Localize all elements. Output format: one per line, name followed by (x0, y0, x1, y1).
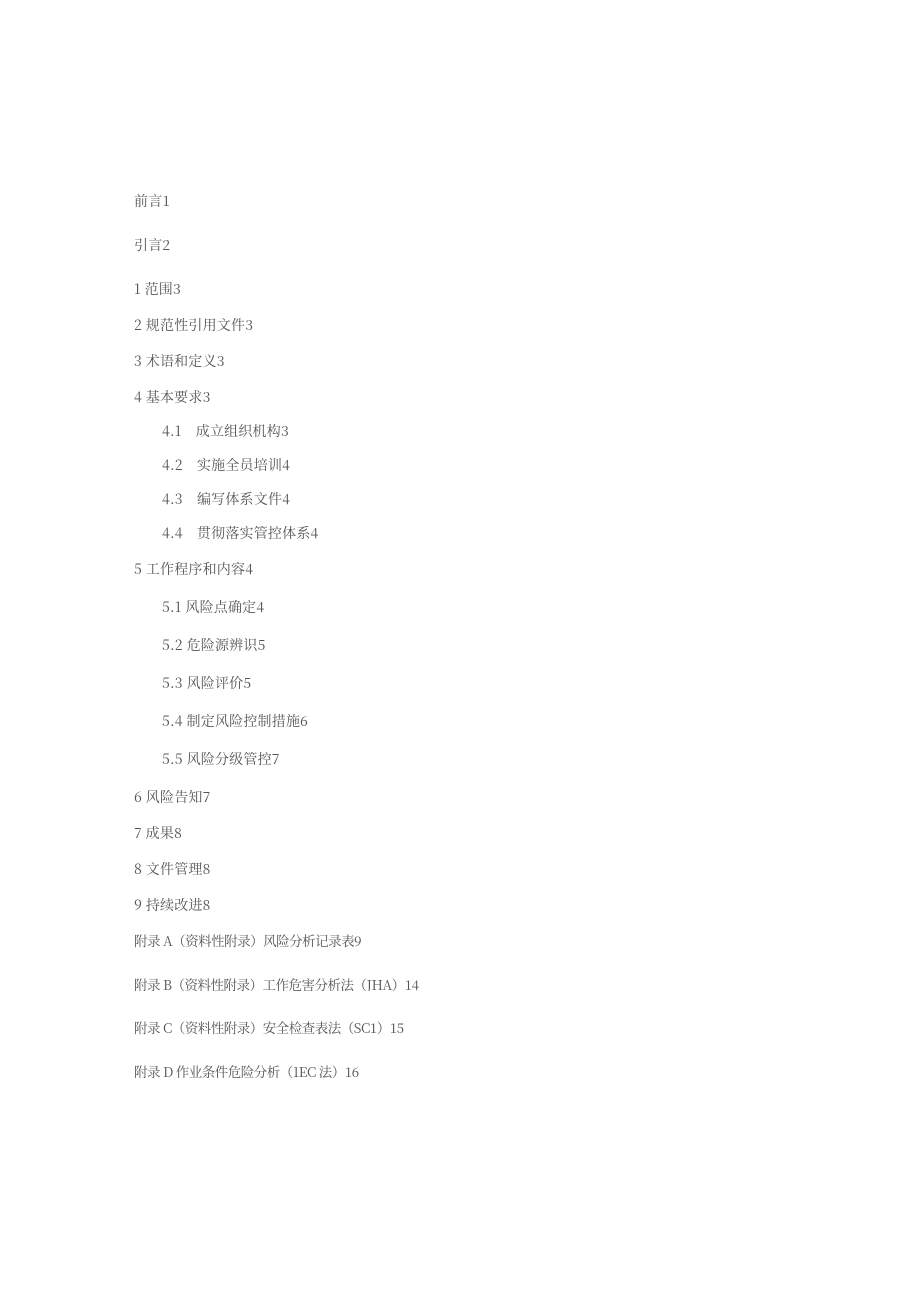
toc-entry: 5.2 危险源辨识 5 (134, 638, 790, 652)
toc-entry: 前言 1 (134, 194, 790, 208)
toc-entry-title: 1 范围 (134, 282, 173, 296)
toc-entry-page: 8 (203, 898, 790, 912)
toc-entry-page: 9 (354, 934, 790, 948)
toc-entry-page: 4 (282, 492, 790, 506)
toc-entry: 5 工作程序和内容 4 (134, 562, 790, 576)
toc-entry-page: 5 (243, 676, 790, 690)
toc-entry: 4 基本要求 3 (134, 390, 790, 404)
toc-entry-page: 4 (256, 600, 790, 614)
toc-entry-title: 5.1 风险点确定 (162, 600, 256, 614)
toc-entry-title: 4.4 贯彻落实管控体系 (162, 526, 311, 540)
toc-entry-title: 5.2 危险源辨识 (162, 638, 258, 652)
toc-entry: 5.5 风险分级管控 7 (134, 752, 790, 766)
toc-entry-page: 14 (405, 978, 790, 992)
toc-entry: 4.2 实施全员培训 4 (134, 458, 790, 472)
toc-entry-title: 3 术语和定义 (134, 354, 217, 368)
toc-entry: 5.4 制定风险控制措施 6 (134, 714, 790, 728)
toc-entry-page: 15 (390, 1021, 790, 1035)
toc-entry-page: 4 (311, 526, 790, 540)
toc-entry: 7 成果 8 (134, 826, 790, 840)
document-page: 前言 1引言 21 范围 32 规范性引用文件 33 术语和定义 34 基本要求… (0, 0, 920, 1078)
toc-entry-page: 3 (281, 424, 790, 438)
toc-entry: 8 文件管理 8 (134, 862, 790, 876)
toc-entry-title: 4 基本要求 (134, 390, 203, 404)
toc-entry-title: 4.3 编写体系文件 (162, 492, 282, 506)
toc-entry-page: 4 (282, 458, 790, 472)
toc-entry: 6 风险告知 7 (134, 790, 790, 804)
toc-entry-page: 5 (258, 638, 790, 652)
toc-entry: 3 术语和定义 3 (134, 354, 790, 368)
toc-entry-title: 6 风险告知 (134, 790, 203, 804)
toc-entry-title: 附录 A（资料性附录）风险分析记录表 (134, 934, 354, 948)
toc-entry: 1 范围 3 (134, 282, 790, 296)
toc-entry-page: 4 (245, 562, 790, 576)
toc-entry: 2 规范性引用文件 3 (134, 318, 790, 332)
toc-entry-page: 8 (203, 862, 790, 876)
toc-entry: 9 持续改进 8 (134, 898, 790, 912)
toc-entry-page: 6 (300, 714, 790, 728)
toc-entry-title: 附录 D 作业条件危险分析（1EC 法） (134, 1065, 345, 1079)
toc-entry-page: 3 (203, 390, 790, 404)
toc-entry-title: 4.1 成立组织机构 (162, 424, 281, 438)
toc-entry: 4.4 贯彻落实管控体系 4 (134, 526, 790, 540)
toc-entry-page: 8 (174, 826, 790, 840)
toc-entry-title: 附录 C（资料性附录）安全检查表法（SC1） (134, 1021, 390, 1035)
toc-entry-page: 7 (272, 752, 790, 766)
toc-entry: 5.1 风险点确定 4 (134, 600, 790, 614)
toc-entry: 附录 A（资料性附录）风险分析记录表 9 (134, 934, 790, 948)
toc-entry-page: 3 (245, 318, 790, 332)
toc-entry: 附录 D 作业条件危险分析（1EC 法） 16 (134, 1065, 790, 1079)
toc-entry-title: 5.3 风险评价 (162, 676, 243, 690)
toc-entry: 引言 2 (134, 238, 790, 252)
toc-entry-page: 1 (162, 194, 790, 208)
table-of-contents: 前言 1引言 21 范围 32 规范性引用文件 33 术语和定义 34 基本要求… (134, 194, 790, 1078)
toc-entry: 附录 B（资料性附录）工作危害分析法（JHA） 14 (134, 978, 790, 992)
toc-entry: 5.3 风险评价 5 (134, 676, 790, 690)
toc-entry-title: 9 持续改进 (134, 898, 203, 912)
toc-entry-title: 引言 (134, 238, 162, 252)
toc-entry-title: 5.5 风险分级管控 (162, 752, 272, 766)
toc-entry-title: 8 文件管理 (134, 862, 203, 876)
toc-entry-title: 5.4 制定风险控制措施 (162, 714, 300, 728)
toc-entry-title: 前言 (134, 194, 162, 208)
toc-entry-title: 附录 B（资料性附录）工作危害分析法（JHA） (134, 978, 405, 992)
toc-entry-title: 2 规范性引用文件 (134, 318, 245, 332)
toc-entry-page: 2 (162, 238, 790, 252)
toc-entry: 附录 C（资料性附录）安全检查表法（SC1）15 (134, 1021, 790, 1035)
toc-entry-page: 16 (345, 1065, 790, 1079)
toc-entry-page: 7 (203, 790, 790, 804)
toc-entry-title: 4.2 实施全员培训 (162, 458, 282, 472)
toc-entry-page: 3 (217, 354, 790, 368)
toc-entry-page: 3 (173, 282, 790, 296)
toc-entry-title: 7 成果 (134, 826, 174, 840)
toc-entry: 4.3 编写体系文件 4 (134, 492, 790, 506)
toc-entry-title: 5 工作程序和内容 (134, 562, 245, 576)
toc-entry: 4.1 成立组织机构 3 (134, 424, 790, 438)
